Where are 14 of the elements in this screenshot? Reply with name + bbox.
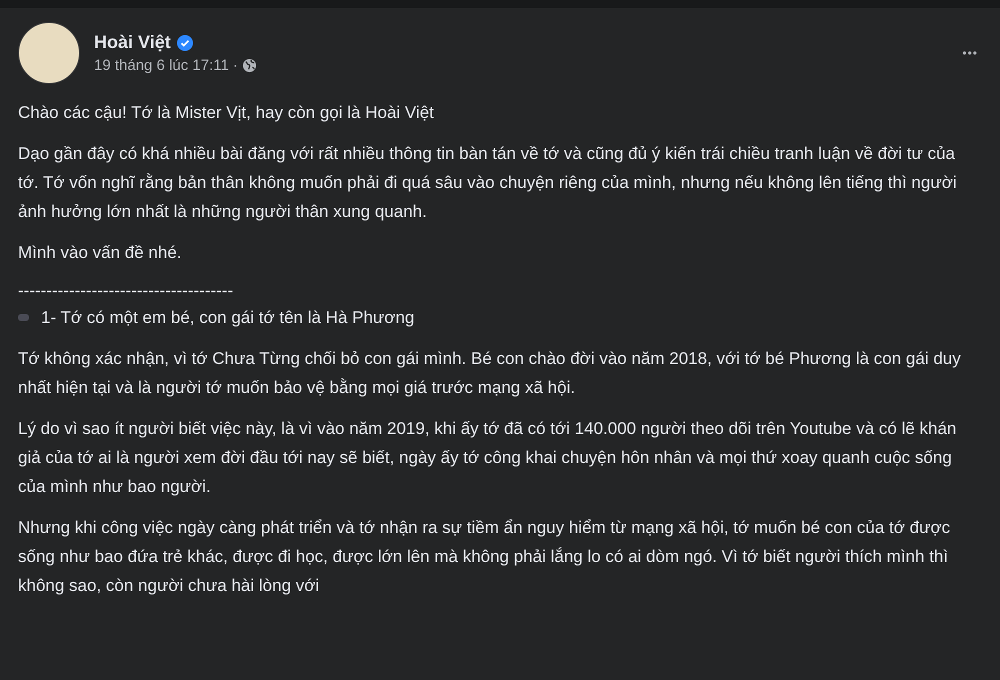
more-options-button[interactable]: ••• (958, 42, 982, 64)
post-paragraph: Lý do vì sao ít người biết việc này, là vì vào năm 2019, khi ấy tớ đã có tới 140.000 người theo dõi trên Youtube và có lẽ khán giả của tớ ai là người xem đời đầu tới nay sẽ biết, ngày ấy tớ công khai chuyện hôn nhân và mọi thứ xoay quanh cuộc sống của mình như bao người. (18, 418, 958, 498)
post-paragraph: Tớ không xác nhận, vì tớ Chưa Từng chối bỏ con gái mình. Bé con chào đời vào năm 2018, với tớ bé Phương là con gái duy nhất hiện tại và là người tớ muốn bảo vệ bằng mọi giá trước mạng xã hội. (18, 348, 962, 399)
dashed-separator: -------------------------------------- (18, 280, 234, 302)
post-paragraph: Mình vào vấn đề nhé. (18, 242, 183, 264)
post-paragraph: Chào các cậu! Tớ là Mister Vịt, hay còn gọi là Hoài Việt (18, 102, 435, 124)
post-timestamp[interactable]: 19 tháng 6 lúc 17:11 (94, 57, 229, 74)
separator-dot: · (232, 57, 238, 74)
post-paragraph: Dạo gần đây có khá nhiều bài đăng với rất nhiều thông tin bàn tán về tớ và cũng đủ ý kiến trái chiều tranh luận về đời tư của tớ. Tớ vốn nghĩ rằng bản thân không muốn phải đi quá sâu vào chuyện riêng của mình, nhưng nếu không lên tiếng thì người ảnh hưởng lớn nhất là những người thân xung quanh. (18, 143, 958, 223)
author-name[interactable]: Hoài Việt (94, 32, 171, 53)
globe-icon[interactable] (242, 58, 257, 73)
small-emoji-icon (18, 314, 29, 321)
section-heading: 1- Tớ có một em bé, con gái tớ tên là Hà Phương (41, 307, 414, 329)
post-paragraph: Nhưng khi công việc ngày càng phát triển và tớ nhận ra sự tiềm ẩn nguy hiểm từ mạng xã hội, tớ muốn bé con của tớ được sống như bao đứa trẻ khác, được đi học, được lớn lên mà không phải lắng lo có ai dòm ngó. Vì tớ biết người thích mình thì không sao, còn người chưa hài lòng với (18, 517, 952, 597)
